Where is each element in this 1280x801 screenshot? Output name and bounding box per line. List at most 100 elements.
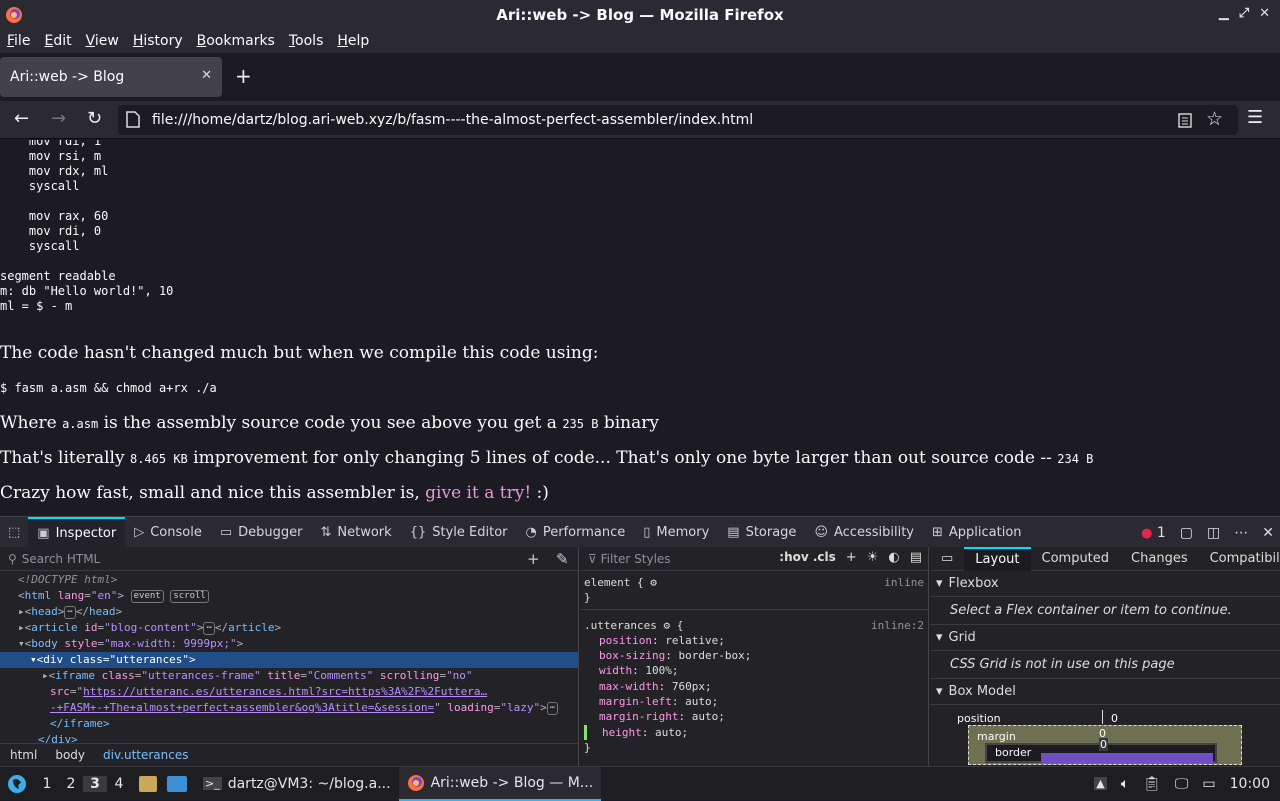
desktop-icon[interactable] [167,775,187,792]
workspace-3[interactable]: 3 [83,775,107,792]
network-status-icon[interactable]: ▭ [1202,776,1215,792]
minimize-icon[interactable]: ▁ [1219,6,1229,21]
display-icon[interactable]: 🖵︎ [1175,776,1189,792]
start-menu-icon[interactable] [7,774,27,794]
element-picker-icon[interactable]: ⬚ [0,517,28,548]
tree-html[interactable]: <html lang="en"> event scroll [0,588,578,604]
responsive-mode-icon[interactable]: ▢ [1180,525,1193,541]
tree-iframe-src-cont[interactable]: -+FASM+-+The+almost+perfect+assembler&og… [0,700,578,716]
border-box[interactable]: border 0 [985,738,1217,763]
css-declaration[interactable]: width: 100%; [584,663,928,678]
menu-tools[interactable]: Tools [282,33,331,49]
tab-compatibility[interactable]: Compatibility [1199,547,1280,571]
css-declaration[interactable]: position: relative; [584,633,928,648]
add-rule-icon[interactable]: + [846,550,857,565]
tab-changes[interactable]: Changes [1120,547,1199,571]
tree-body[interactable]: ▾<body style="max-width: 9999px;"> [0,636,578,652]
eyedropper-icon[interactable]: ✎ [556,550,569,568]
light-theme-icon[interactable]: ☀ [867,550,879,565]
rule-source-link[interactable]: inline:2 [871,618,924,633]
element-rule[interactable]: element { ⚙ inline [584,575,928,590]
filter-styles-input[interactable]: Filter Styles [601,552,671,566]
sidebar-tab-toggle-icon[interactable]: ▭ [930,547,964,571]
tab-inspector[interactable]: ▣ Inspector [28,516,126,548]
menu-edit[interactable]: Edit [37,33,78,49]
print-media-icon[interactable]: ▤ [910,550,922,565]
close-devtools-icon[interactable]: ✕ [1262,525,1274,541]
add-node-icon[interactable]: + [527,550,540,568]
reader-view-icon[interactable] [1178,113,1192,128]
reload-icon[interactable]: ↻ [87,109,102,129]
iframe-src-link[interactable]: https://utteranc.es/utterances.html?src=… [83,685,487,698]
tab-style-editor[interactable]: {} Style Editor [401,517,517,548]
css-declaration[interactable]: box-sizing: border-box; [584,648,928,663]
flexbox-section-header[interactable]: ▾ Flexbox [930,571,1280,597]
hov-cls-toggle[interactable]: :hov .cls [779,550,836,565]
search-html-input[interactable]: Search HTML [22,552,100,566]
forward-icon[interactable]: → [51,109,66,129]
workspace-1[interactable]: 1 [35,776,59,792]
tab-network[interactable]: ⇅ Network [312,517,401,548]
dock-side-icon[interactable]: ◫ [1207,525,1220,541]
back-icon[interactable]: ← [14,109,29,129]
tab-layout[interactable]: Layout [964,546,1031,571]
tab-console[interactable]: ▷ Console [125,517,211,548]
tree-article[interactable]: ▸<article id="blog-content"> ⋯ </article> [0,620,578,636]
boxmodel-section-header[interactable]: ▾ Box Model [930,679,1280,705]
event-badge[interactable]: event [130,590,164,603]
breadcrumb-body[interactable]: body [55,748,85,762]
breadcrumb-div-utterances[interactable]: div.utterances [103,748,188,762]
menu-help[interactable]: Help [330,33,376,49]
css-declaration[interactable]: max-width: 760px; [584,679,928,694]
css-declaration[interactable]: margin-right: auto; [584,709,928,724]
grid-section-header[interactable]: ▾ Grid [930,625,1280,651]
workspace-4[interactable]: 4 [107,776,131,792]
tab-memory[interactable]: ▯ Memory [634,517,718,548]
menu-file[interactable]: File [0,33,37,49]
position-value: 0 [1111,712,1118,725]
tree-div-utterances[interactable]: ▾<div class="utterances"> [0,652,578,668]
tree-doctype[interactable]: <!DOCTYPE html> [0,572,578,588]
new-tab-icon[interactable]: + [235,66,252,86]
tray-up-arrow-icon[interactable]: ▲ [1094,777,1107,790]
tab-computed[interactable]: Computed [1031,547,1121,571]
task-terminal[interactable]: >_ dartz@VM3: ~/blog.a... [195,767,399,801]
search-html-bar[interactable]: ⚲ Search HTML + ✎ [0,547,578,571]
file-manager-icon[interactable] [139,775,157,792]
close-window-icon[interactable]: ✕ [1259,6,1270,21]
bookmark-star-icon[interactable]: ☆ [1206,108,1223,130]
tab-storage[interactable]: ▤ Storage [718,517,805,548]
tree-iframe[interactable]: ▸<iframe class="utterances-frame" title=… [0,668,578,684]
url-bar[interactable]: file:///home/dartz/blog.ari-web.xyz/b/fa… [118,105,1238,135]
tree-iframe-close[interactable]: </iframe> [0,716,578,732]
tab-application[interactable]: ⊞ Application [923,517,1031,548]
breadcrumb-html[interactable]: html [10,748,37,762]
tree-iframe-src[interactable]: src="https://utteranc.es/utterances.html… [0,684,578,700]
dark-theme-icon[interactable]: ◐ [888,550,899,565]
css-declaration[interactable]: height: auto; [584,724,928,740]
page-content: mov rdi, 1 mov rsi, m mov rdx, ml syscal… [0,140,1280,516]
give-it-a-try-link[interactable]: give it a try! [425,483,531,503]
error-count-badge[interactable]: ● 1 [1141,525,1166,541]
scroll-badge[interactable]: scroll [170,590,209,603]
clipboard-icon[interactable]: 📋︎ [1143,776,1161,792]
tab-accessibility[interactable]: ☺ Accessibility [805,517,923,548]
app-menu-icon[interactable]: ☰ [1247,108,1263,128]
tab-performance[interactable]: ◔ Performance [517,517,635,548]
more-options-icon[interactable]: ⋯ [1234,525,1248,541]
maximize-icon[interactable]: ⤢ [1239,6,1249,21]
menu-bookmarks[interactable]: Bookmarks [190,33,282,49]
menu-view[interactable]: View [79,33,126,49]
filter-styles-bar[interactable]: ⊽ Filter Styles :hov .cls + ☀ ◐ ▤ [580,547,928,571]
tree-head[interactable]: ▸<head> ⋯ </head> [0,604,578,620]
tab-debugger[interactable]: ▭ Debugger [211,517,312,548]
close-tab-icon[interactable]: ✕ [201,68,212,83]
task-firefox[interactable]: Ari::web -> Blog — M... [398,766,602,801]
margin-box[interactable]: margin 0 border 0 [968,725,1242,765]
volume-icon[interactable]: 🔈︎ [1121,776,1129,792]
menu-history[interactable]: History [126,33,190,49]
workspace-2[interactable]: 2 [59,776,83,792]
tab-blog[interactable]: Ari::web -> Blog ✕ [0,57,222,97]
css-declaration[interactable]: margin-left: auto; [584,694,928,709]
utterances-rule[interactable]: .utterances ⚙ {inline:2 [584,618,928,633]
